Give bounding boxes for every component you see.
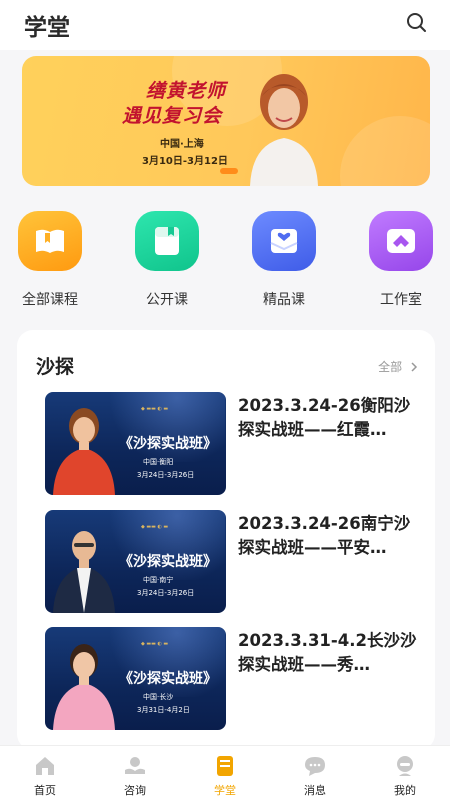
bottom-tabbar: 首页 咨询 学堂 消息 我的: [0, 745, 450, 800]
instructor-photo: [53, 408, 115, 495]
course-item[interactable]: ◆ ▬▬ ◐ ▬ 《沙探实战班》 中国·南宁 3月24日-3月26日 2023.…: [45, 510, 425, 614]
course-item[interactable]: ◆ ▬▬ ◐ ▬ 《沙探实战班》 中国·衡阳 3月24日-3月26日 2023.…: [45, 392, 425, 496]
message-icon: [305, 757, 325, 776]
consult-icon: [125, 757, 145, 774]
nav-label: 公开课: [146, 292, 188, 308]
thumb-logo: ◆ ▬▬ ◐ ▬: [141, 524, 169, 530]
nav-studio[interactable]: 工作室: [356, 205, 446, 315]
promo-banner[interactable]: 缮黄老师 遇见复习会 中国·上海 3月10日-3月12日: [22, 56, 430, 186]
notebook-icon: [135, 211, 199, 271]
tab-label: 学堂: [214, 784, 236, 797]
speaker-photo: [250, 74, 318, 186]
thumb-location: 中国·衡阳: [143, 458, 174, 466]
thumb-location: 中国·长沙: [143, 693, 174, 701]
course-title: 2023.3.31-4.2长沙沙探实战班——秀…: [238, 631, 417, 674]
search-button[interactable]: [404, 10, 430, 36]
course-title: 2023.3.24-26南宁沙探实战班——平安…: [238, 514, 411, 557]
thumb-date: 3月24日-3月26日: [137, 471, 195, 479]
banner-decoration: [340, 116, 430, 186]
thumb-title: 《沙探实战班》: [119, 554, 217, 570]
tab-home[interactable]: 首页: [0, 746, 90, 800]
course-item[interactable]: ◆ ▬▬ ◐ ▬ 《沙探实战班》 中国·长沙 3月31日-4月2日 2023.3…: [45, 627, 425, 731]
home-icon: [36, 757, 54, 775]
instructor-photo: [53, 644, 115, 730]
thumb-logo: ◆ ▬▬ ◐ ▬: [141, 641, 169, 647]
nav-label: 精品课: [263, 292, 305, 308]
course-section: 沙探 全部 ◆ ▬▬ ◐ ▬ 《沙探实战班》 中国·衡阳 3月24日-3月26日…: [17, 330, 435, 750]
chevron-right-icon: [411, 362, 418, 372]
header: 学堂: [0, 0, 450, 50]
course-title: 2023.3.24-26衡阳沙探实战班——红霞…: [238, 396, 411, 439]
tab-consult[interactable]: 咨询: [90, 746, 180, 800]
search-icon: [407, 13, 426, 32]
profile-icon: [397, 756, 413, 776]
view-all-label: 全部: [378, 360, 403, 374]
school-icon: [217, 756, 233, 776]
nav-label: 全部课程: [22, 292, 78, 308]
heart-mail-icon: [252, 211, 316, 271]
course-thumbnail: ◆ ▬▬ ◐ ▬ 《沙探实战班》 中国·南宁 3月24日-3月26日: [45, 510, 226, 613]
thumb-logo: ◆ ▬▬ ◐ ▬: [141, 406, 169, 412]
tab-label: 我的: [394, 784, 416, 797]
thumb-date: 3月24日-3月26日: [137, 589, 195, 597]
thumb-location: 中国·南宁: [143, 576, 174, 584]
thumb-date: 3月31日-4月2日: [137, 706, 190, 714]
tab-profile[interactable]: 我的: [360, 746, 450, 800]
tab-label: 消息: [304, 784, 326, 797]
banner-location: 中国·上海: [160, 139, 204, 150]
thumb-title: 《沙探实战班》: [119, 671, 217, 687]
course-thumbnail: ◆ ▬▬ ◐ ▬ 《沙探实战班》 中国·衡阳 3月24日-3月26日: [45, 392, 226, 495]
tab-messages[interactable]: 消息: [270, 746, 360, 800]
studio-icon: [369, 211, 433, 271]
section-title: 沙探: [36, 356, 75, 378]
tab-label: 首页: [34, 784, 56, 797]
tab-label: 咨询: [124, 784, 146, 797]
carousel-indicator[interactable]: [220, 168, 238, 174]
tab-school[interactable]: 学堂: [180, 746, 270, 800]
course-thumbnail: ◆ ▬▬ ◐ ▬ 《沙探实战班》 中国·长沙 3月31日-4月2日: [45, 627, 226, 730]
view-all-link[interactable]: 全部: [378, 358, 419, 375]
book-icon: [18, 211, 82, 271]
page-title: 学堂: [24, 15, 70, 41]
banner-title-line2: 遇见复习会: [122, 105, 223, 127]
instructor-photo: [53, 531, 115, 613]
banner-title-line1: 缮黄老师: [146, 80, 227, 102]
banner-dates: 3月10日-3月12日: [142, 156, 228, 167]
nav-premium-courses[interactable]: 精品课: [239, 205, 329, 315]
nav-label: 工作室: [380, 292, 422, 308]
nav-open-courses[interactable]: 公开课: [122, 205, 212, 315]
nav-all-courses[interactable]: 全部课程: [5, 205, 95, 315]
quick-nav: 全部课程 公开课 精品课 工作室: [0, 205, 450, 315]
thumb-title: 《沙探实战班》: [119, 436, 217, 452]
